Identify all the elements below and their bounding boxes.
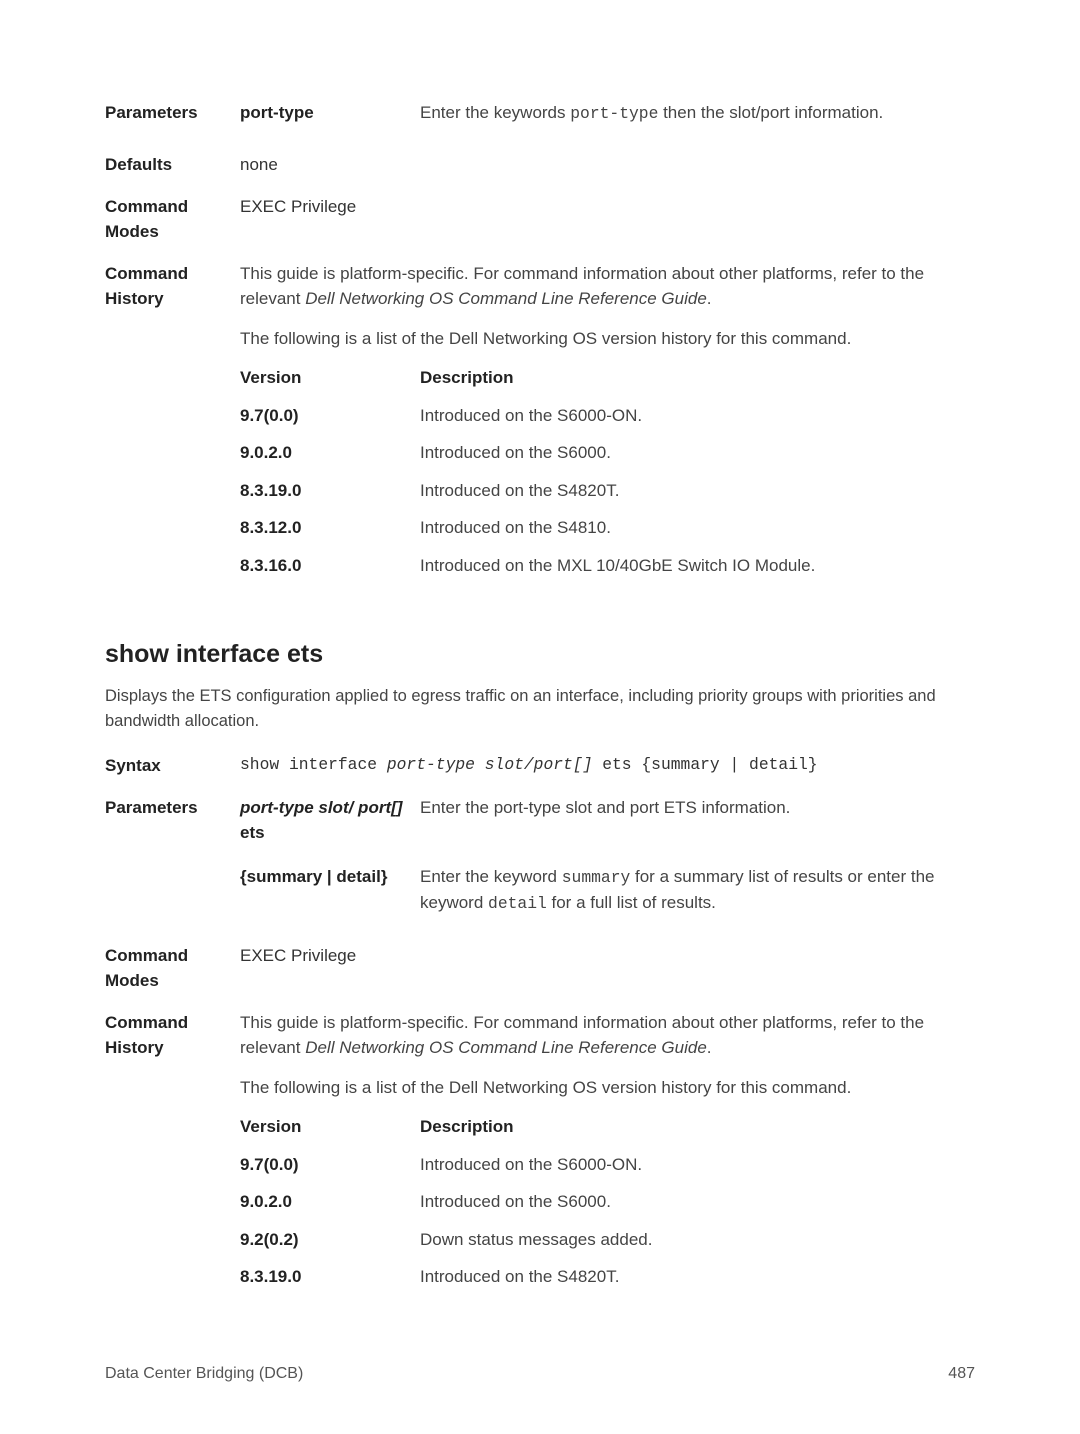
version-row: 8.3.12.0 Introduced on the S4810.: [240, 515, 975, 541]
version-row: 9.7(0.0) Introduced on the S6000-ON.: [240, 403, 975, 429]
version-row: 9.7(0.0) Introduced on the S6000-ON.: [240, 1152, 975, 1178]
history-para-2: The following is a list of the Dell Netw…: [240, 326, 975, 352]
parameters-label: Parameters: [105, 100, 240, 126]
syntax-label: Syntax: [105, 753, 240, 779]
command-modes-value: EXEC Privilege: [240, 194, 975, 245]
code-detail: detail: [488, 894, 547, 913]
param-port-type: port-type Enter the keywords port-type t…: [240, 100, 975, 126]
param-term-port-type: port-type: [240, 100, 420, 126]
defaults-label: Defaults: [105, 152, 240, 178]
param-term-slot-port: port-type slot/ port[] ets: [240, 795, 420, 846]
command-heading: show interface ets: [105, 636, 975, 674]
page-footer: Data Center Bridging (DCB) 487: [105, 1362, 975, 1386]
version-row: 9.0.2.0 Introduced on the S6000.: [240, 1189, 975, 1215]
command-history-row-1: Command History This guide is platform-s…: [105, 261, 975, 591]
parameters-row-2: Parameters port-type slot/ port[] ets En…: [105, 795, 975, 917]
version-header: Version Description: [240, 365, 975, 391]
version-row: 8.3.19.0 Introduced on the S4820T.: [240, 478, 975, 504]
version-table-1: Version Description 9.7(0.0) Introduced …: [240, 365, 975, 578]
history-para-1b: This guide is platform-specific. For com…: [240, 1010, 975, 1061]
command-history-label-2: Command History: [105, 1010, 240, 1302]
footer-right: 487: [948, 1362, 975, 1386]
version-row: 8.3.16.0 Introduced on the MXL 10/40GbE …: [240, 553, 975, 579]
footer-left: Data Center Bridging (DCB): [105, 1362, 303, 1386]
defaults-value: none: [240, 152, 975, 178]
param-slot-port: port-type slot/ port[] ets Enter the por…: [240, 795, 975, 846]
version-row: 9.0.2.0 Introduced on the S6000.: [240, 440, 975, 466]
history-para-1: This guide is platform-specific. For com…: [240, 261, 975, 312]
param-term-summary-detail: {summary | detail}: [240, 864, 420, 917]
command-modes-label-2: Command Modes: [105, 943, 240, 994]
param-summary-detail: {summary | detail} Enter the keyword sum…: [240, 864, 975, 917]
param-desc-summary-detail: Enter the keyword summary for a summary …: [420, 864, 975, 917]
code-port-type: port-type: [570, 104, 658, 123]
version-table-2: Version Description 9.7(0.0) Introduced …: [240, 1114, 975, 1290]
parameters-label-2: Parameters: [105, 795, 240, 917]
defaults-row: Defaults none: [105, 152, 975, 178]
command-intro: Displays the ETS configuration applied t…: [105, 684, 975, 734]
param-desc-port-type: Enter the keywords port-type then the sl…: [420, 100, 975, 126]
version-row: 9.2(0.2) Down status messages added.: [240, 1227, 975, 1253]
parameters-row-1: Parameters port-type Enter the keywords …: [105, 100, 975, 126]
command-history-label: Command History: [105, 261, 240, 591]
version-row: 8.3.19.0 Introduced on the S4820T.: [240, 1264, 975, 1290]
param-desc-slot-port: Enter the port-type slot and port ETS in…: [420, 795, 975, 846]
syntax-row: Syntax show interface port-type slot/por…: [105, 753, 975, 779]
command-history-row-2: Command History This guide is platform-s…: [105, 1010, 975, 1302]
command-modes-value-2: EXEC Privilege: [240, 943, 975, 994]
command-modes-row-1: Command Modes EXEC Privilege: [105, 194, 975, 245]
code-summary: summary: [562, 868, 631, 887]
history-para-2b: The following is a list of the Dell Netw…: [240, 1075, 975, 1101]
syntax-value: show interface port-type slot/port[] ets…: [240, 753, 975, 779]
version-header: Version Description: [240, 1114, 975, 1140]
command-modes-label: Command Modes: [105, 194, 240, 245]
command-modes-row-2: Command Modes EXEC Privilege: [105, 943, 975, 994]
